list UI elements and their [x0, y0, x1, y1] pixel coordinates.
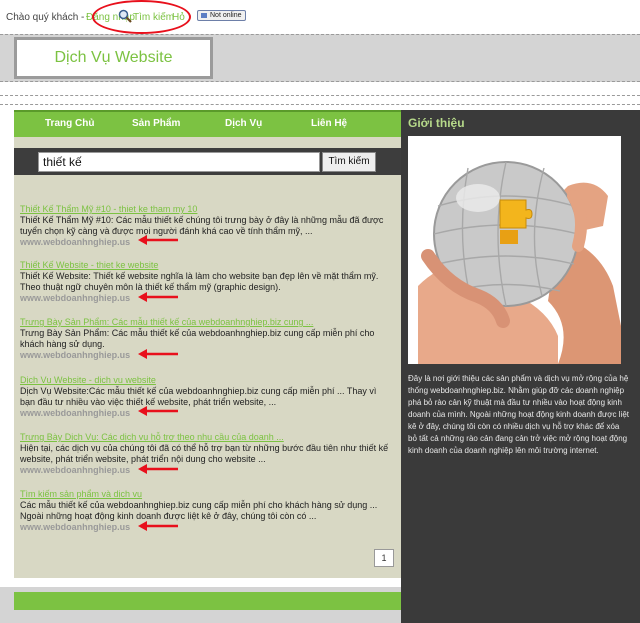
main-nav: Trang Chủ Sản Phẩm Dịch Vụ Liên Hệ [14, 110, 401, 137]
pagination-page[interactable]: 1 [374, 549, 394, 567]
search-result: Thiết Kế Website - thiet ke website Thiế… [20, 260, 392, 304]
online-status-badge: Not online [197, 10, 246, 21]
red-arrow-icon [138, 406, 178, 416]
search-button[interactable]: Tìm kiếm [322, 152, 376, 172]
result-description: Hiện tại, các dịch vụ của chúng tôi đã c… [20, 443, 389, 464]
greeting-text: Chào quý khách - [6, 12, 85, 23]
result-description: Các mẫu thiết kế của webdoanhnghiep.biz … [20, 500, 378, 521]
divider [0, 95, 640, 96]
result-title-link[interactable]: Dịch Vụ Website - dich vu website [20, 375, 392, 386]
red-arrow-icon [138, 235, 178, 245]
result-url: www.webdoanhnghiep.us [20, 293, 131, 303]
nav-item-home[interactable]: Trang Chủ [45, 118, 94, 129]
divider [0, 104, 640, 105]
result-url: www.webdoanhnghiep.us [20, 350, 131, 360]
search-result: Dịch Vụ Website - dich vu website Dịch V… [20, 375, 392, 419]
result-description: Thiết Kế Website: Thiết kế website nghĩa… [20, 271, 379, 292]
site-title: Dịch Vụ Website [54, 49, 173, 66]
result-url: www.webdoanhnghiep.us [20, 465, 131, 475]
red-arrow-icon [138, 349, 178, 359]
search-input[interactable] [38, 152, 320, 172]
sidebar-title: Giới thiệu [408, 116, 465, 130]
search-result: Trưng Bày Dịch Vụ: Các dịch vụ hỗ trợ th… [20, 432, 392, 476]
result-title-link[interactable]: Tìm kiếm sản phẩm và dịch vụ [20, 489, 392, 500]
search-result: Thiết Kế Thẩm Mỹ #10 - thiet ke tham my … [20, 204, 392, 248]
search-result: Tìm kiếm sản phẩm và dịch vụ Các mẫu thi… [20, 489, 392, 533]
red-arrow-icon [138, 521, 178, 531]
nav-item-services[interactable]: Dịch Vụ [225, 118, 262, 129]
site-logo[interactable]: Dịch Vụ Website [14, 37, 213, 79]
result-title-link[interactable]: Trưng Bày Dịch Vụ: Các dịch vụ hỗ trợ th… [20, 432, 392, 443]
nav-item-products[interactable]: Sản Phẩm [132, 118, 180, 129]
puzzle-globe-image [408, 136, 621, 364]
sidebar-footer [401, 587, 640, 623]
search-result: Trưng Bày Sản Phẩm: Các mẫu thiết kế của… [20, 317, 392, 361]
result-url: www.webdoanhnghiep.us [20, 522, 131, 532]
red-arrow-icon [138, 292, 178, 302]
nav-item-contact[interactable]: Liên Hệ [311, 118, 347, 129]
result-url: www.webdoanhnghiep.us [20, 408, 131, 418]
footer-green-bar [14, 592, 401, 610]
hands-globe-illustration [408, 136, 621, 364]
result-description: Dịch Vụ Website:Các mẫu thiết kế của web… [20, 386, 377, 407]
highlight-ellipse [92, 0, 191, 34]
result-title-link[interactable]: Thiết Kế Website - thiet ke website [20, 260, 392, 271]
result-url: www.webdoanhnghiep.us [20, 237, 131, 247]
result-title-link[interactable]: Thiết Kế Thẩm Mỹ #10 - thiet ke tham my … [20, 204, 392, 215]
red-arrow-icon [138, 464, 178, 474]
result-title-link[interactable]: Trưng Bày Sản Phẩm: Các mẫu thiết kế của… [20, 317, 392, 328]
result-description: Thiết Kế Thẩm Mỹ #10: Các mẫu thiết kế c… [20, 215, 384, 236]
sidebar-description: Đây là nơi giới thiệu các sản phẩm và dị… [408, 374, 629, 455]
result-description: Trưng Bày Sản Phẩm: Các mẫu thiết kế của… [20, 328, 375, 349]
